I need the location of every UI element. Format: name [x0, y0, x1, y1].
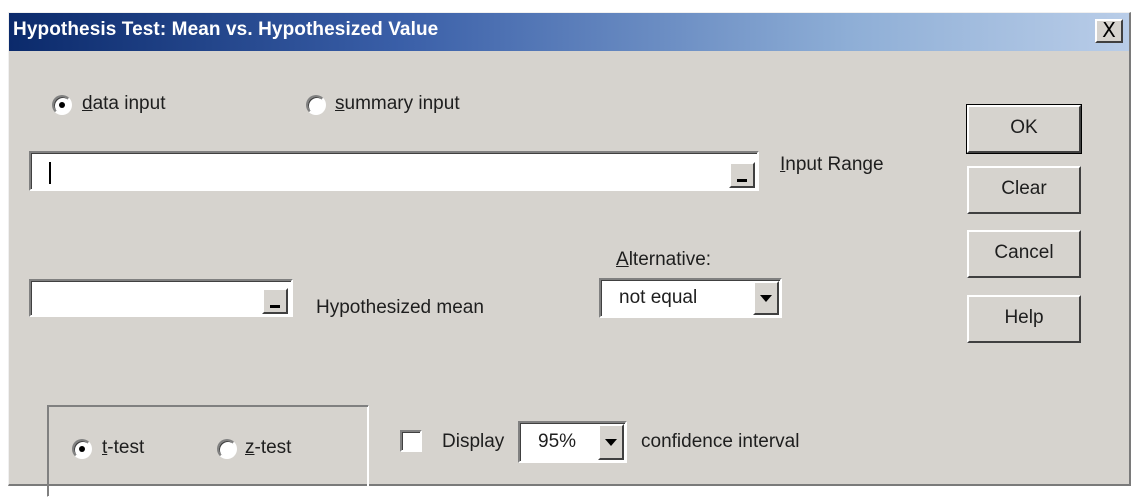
confidence-level-value: 95% — [538, 431, 577, 452]
chevron-down-icon[interactable] — [598, 424, 624, 460]
data-input-radio[interactable] — [52, 95, 72, 115]
test-type-group: t-test z-test — [47, 405, 369, 497]
z-test-radio[interactable] — [217, 439, 237, 459]
summary-input-radio[interactable] — [306, 95, 326, 115]
help-button[interactable]: Help — [967, 295, 1081, 343]
close-button[interactable]: X — [1095, 19, 1123, 43]
mean-picker-icon[interactable] — [262, 288, 288, 314]
cancel-button[interactable]: Cancel — [967, 230, 1081, 278]
confidence-level-select[interactable]: 95% — [518, 421, 627, 463]
alternative-label: Alternative: — [616, 249, 712, 270]
summary-input-label[interactable]: summary input — [335, 93, 460, 115]
range-picker-icon[interactable] — [729, 162, 755, 188]
hypothesized-mean-field[interactable] — [29, 279, 293, 317]
close-icon: X — [1102, 18, 1116, 42]
display-ci-checkbox[interactable] — [400, 430, 422, 452]
z-test-label[interactable]: z-test — [245, 437, 291, 459]
hypothesized-mean-label: Hypothesized mean — [316, 297, 484, 318]
text-caret — [49, 162, 51, 184]
t-test-radio[interactable] — [72, 439, 92, 459]
chevron-down-icon[interactable] — [753, 281, 779, 315]
input-range-field[interactable] — [29, 151, 759, 191]
dialog-title: Hypothesis Test: Mean vs. Hypothesized V… — [13, 19, 439, 40]
display-label[interactable]: Display — [442, 431, 504, 453]
alternative-select[interactable]: not equal — [599, 278, 782, 318]
data-input-label[interactable]: data input — [82, 93, 165, 115]
ok-button[interactable]: OK — [966, 104, 1082, 154]
clear-button[interactable]: Clear — [967, 166, 1081, 214]
t-test-label[interactable]: t-test — [102, 437, 144, 459]
hypothesis-test-dialog: Hypothesis Test: Mean vs. Hypothesized V… — [8, 12, 1131, 497]
input-range-label: Input Range — [780, 154, 884, 175]
title-bar[interactable]: Hypothesis Test: Mean vs. Hypothesized V… — [9, 13, 1129, 51]
alternative-value: not equal — [619, 287, 698, 308]
confidence-interval-label: confidence interval — [641, 431, 800, 452]
